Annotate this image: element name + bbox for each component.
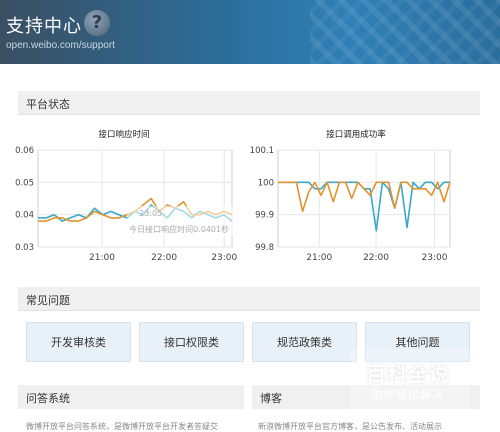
faq-button-policy[interactable]: 规范政策类 (252, 322, 357, 362)
x-tick-label: 22:00 (363, 253, 389, 263)
y-tick-label: 100.1 (250, 146, 274, 156)
y-tick-label: 0.06 (15, 146, 34, 156)
x-tick-label: 23:00 (422, 253, 448, 263)
response-time-chart: 0.06 0.05 0.04 0.03 21:00 22:00 23:00 23:05 今日接口… (15, 146, 254, 263)
series-line-2 (278, 181, 451, 213)
success-rate-chart: 100.1 100 99.9 99.8 21:00 22:00 23:00 (250, 146, 451, 263)
tooltip-time: 23:05 (139, 209, 162, 218)
faq-panel-header: 常见问题 (18, 287, 480, 311)
chart-title-success-rate: 接口调用成功率 (326, 130, 386, 140)
y-tick-label: 99.9 (255, 211, 274, 221)
faq-button-review[interactable]: 开发审核类 (26, 322, 131, 362)
status-panel-title: 平台状态 (26, 98, 70, 111)
y-tick-label: 0.05 (15, 178, 34, 188)
question-circle-icon: ? (84, 10, 110, 36)
y-tick-label: 100 (258, 178, 274, 188)
watermark-subtext: 助你轻松解决 (372, 388, 444, 401)
watermark-logo-text: 百科全说 (366, 362, 450, 386)
header-url[interactable]: open.weibo.com/support (6, 40, 115, 51)
x-tick-label: 21:00 (89, 253, 115, 263)
faq-panel-title: 常见问题 (26, 294, 70, 307)
x-tick-label: 22:00 (151, 253, 177, 263)
blog-snippet[interactable]: 新浪微博开放平台官方博客，是公告发布、活动展示 (258, 421, 480, 432)
qa-section-title: 问答系统 (26, 392, 70, 405)
y-tick-label: 0.04 (15, 211, 34, 221)
chart-title-response-time: 接口响应时间 (98, 130, 150, 140)
x-tick-label: 21:00 (306, 253, 332, 263)
x-tick-label: 23:00 (211, 253, 237, 263)
qa-snippet[interactable]: 微博开放平台问答系统，是微博开放平台开发者答疑交 (26, 421, 236, 432)
plot-frame (277, 149, 451, 248)
page-title: 支持中心 (6, 16, 82, 37)
faq-button-permissions[interactable]: 接口权限类 (139, 322, 244, 362)
status-panel-header: 平台状态 (18, 91, 480, 115)
header-pattern (310, 0, 500, 64)
blog-section-title: 博客 (260, 392, 282, 405)
header-banner: 支持中心 ? open.weibo.com/support (0, 0, 500, 64)
y-tick-label: 99.8 (255, 243, 274, 253)
qa-section-header: 问答系统 (18, 385, 244, 409)
tooltip-text: 今日接口响应时间0.0401秒 (129, 224, 229, 234)
y-tick-label: 0.03 (15, 243, 34, 253)
